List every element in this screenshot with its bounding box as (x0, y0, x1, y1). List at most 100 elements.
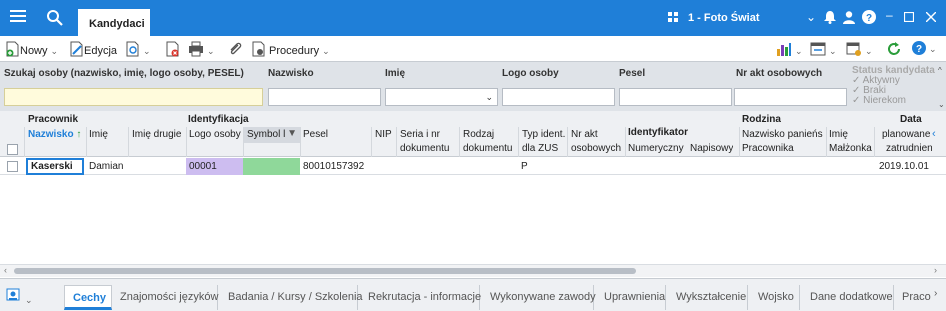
svg-text:?: ? (916, 44, 922, 55)
column-seria[interactable]: Seria i nr (400, 129, 440, 140)
procedures-icon (252, 41, 265, 57)
column-nr-akt[interactable]: Nr akt (571, 129, 598, 140)
nazwisko-filter-input[interactable] (268, 88, 381, 106)
imie-filter-select[interactable]: ⌄ (385, 88, 498, 106)
tab-kandydaci[interactable]: Kandydaci (78, 9, 150, 36)
column-napisowy[interactable]: Napisowy (690, 143, 733, 154)
tab-wykonywane-zawody[interactable]: Wykonywane zawody (480, 285, 596, 310)
scroll-left-icon[interactable]: ‹ (932, 128, 936, 140)
search-icon[interactable] (46, 9, 64, 27)
company-selector[interactable]: 1 - Foto Świat (668, 12, 760, 24)
procedures-button[interactable]: Procedury ⌄ (252, 41, 330, 57)
chevron-down-icon[interactable]: ⌄ (938, 100, 945, 109)
tab-badania[interactable]: Badania / Kursy / Szkolenia (218, 285, 363, 310)
filter-bar: Szukaj osoby (nazwisko, imię, logo osoby… (0, 61, 946, 111)
chart-button[interactable]: ⌄ (776, 41, 803, 57)
column-imie[interactable]: Imię (89, 129, 108, 140)
cell-nazwisko[interactable]: Kaserski (26, 158, 84, 175)
tab-znajomosci-jezykow[interactable]: Znajomości języków (112, 285, 218, 310)
settings-button[interactable]: ⌄ (846, 41, 873, 57)
delete-icon (166, 41, 179, 57)
delete-button[interactable] (166, 41, 180, 57)
tab-wyksztalcenie[interactable]: Wykształcenie (666, 285, 748, 310)
user-icon[interactable] (843, 11, 855, 24)
column-malzonka: Małżonka (829, 143, 872, 154)
minimize-icon[interactable]: – (886, 8, 893, 22)
tab-dane-dodatkowe[interactable]: Dane dodatkowe (800, 285, 894, 310)
column-nr-akt-line2: osobowych (571, 143, 622, 154)
edit-button-label: Edycja (84, 45, 118, 57)
grid-icon (668, 12, 678, 22)
new-button[interactable]: Nowy ⌄ (6, 41, 58, 57)
filter-icon[interactable]: ▼ (287, 128, 297, 139)
preview-button[interactable]: ⌄ (126, 41, 151, 57)
select-all-checkbox[interactable] (7, 144, 18, 155)
tab-cechy[interactable]: Cechy (64, 285, 112, 310)
row-checkbox[interactable] (7, 161, 18, 172)
column-nazwisko[interactable]: Nazwisko ↑ (28, 129, 86, 140)
cell-logo[interactable]: 00001 (186, 158, 243, 175)
attachment-button[interactable] (228, 41, 242, 57)
print-button[interactable]: ⌄ (188, 41, 215, 57)
cell-pesel[interactable]: 80010157392 (300, 158, 371, 175)
column-nazwisko-panienskie[interactable]: Nazwisko panieńs (742, 129, 826, 140)
chevron-down-icon[interactable]: ⌄ (795, 46, 803, 56)
help-icon[interactable]: ? (862, 10, 876, 24)
tab-uprawnienia[interactable]: Uprawnienia (594, 285, 666, 310)
column-seria-line2: dokumentu (400, 143, 450, 154)
tab-praco[interactable]: Praco (894, 285, 932, 310)
column-rodzaj[interactable]: Rodzaj (463, 129, 494, 140)
status-filter[interactable]: Status kandydata ✓ Aktywny ✓ Braki ✓ Nie… (850, 63, 935, 111)
pesel-filter-label: Pesel (619, 68, 646, 79)
help-button[interactable]: ? ⌄ (912, 41, 937, 57)
chevron-down-icon[interactable]: ⌄ (322, 46, 330, 56)
column-logo-osoby[interactable]: Logo osoby (189, 129, 241, 140)
column-pesel[interactable]: Pesel (303, 129, 328, 140)
cell-imie[interactable]: Damian (86, 158, 128, 175)
table-row[interactable]: Kaserski Damian 00001 80010157392 P 2019… (0, 158, 946, 175)
scrollbar-thumb[interactable] (14, 268, 636, 274)
status-option-nierekom[interactable]: ✓ Nierekom (850, 96, 935, 106)
chevron-down-icon[interactable]: ⌄ (51, 46, 59, 56)
column-symbol[interactable]: Symbol l ▼ (244, 127, 300, 143)
nr-akt-filter-input[interactable] (734, 88, 847, 106)
close-icon[interactable] (926, 12, 936, 22)
panel-toggle-button[interactable]: ⌄ (6, 287, 33, 306)
chevron-down-icon[interactable]: ⌄ (829, 46, 837, 56)
chevron-down-icon[interactable]: ⌄ (929, 44, 937, 54)
sort-asc-icon: ↑ (73, 129, 82, 140)
edit-button[interactable]: Edycja (70, 41, 117, 57)
chevron-down-icon[interactable]: ⌄ (207, 46, 215, 56)
chevron-down-icon[interactable]: ⌄ (865, 46, 873, 56)
cell-symbol[interactable] (243, 158, 300, 175)
horizontal-scrollbar[interactable]: ‹ › (0, 264, 946, 277)
paperclip-icon (230, 42, 242, 55)
pesel-filter-input[interactable] (619, 88, 732, 106)
scroll-left-icon[interactable]: ‹ (4, 265, 7, 275)
column-numeryczny[interactable]: Numeryczny (628, 143, 684, 154)
search-label: Szukaj osoby (nazwisko, imię, logo osoby… (4, 68, 244, 79)
logo-filter-input[interactable] (502, 88, 615, 106)
menu-icon[interactable] (10, 10, 26, 26)
chevron-up-icon[interactable]: ^ (938, 66, 942, 75)
maximize-icon[interactable] (904, 12, 914, 22)
chevron-down-icon[interactable]: ⌄ (143, 46, 151, 56)
cell-data[interactable]: 2019.10.01 (874, 158, 932, 175)
svg-text:?: ? (866, 13, 872, 24)
cell-typ[interactable]: P (518, 158, 567, 175)
column-data-planowane[interactable]: planowane (882, 129, 930, 140)
chevron-down-icon[interactable]: ⌄ (806, 10, 816, 24)
refresh-icon (888, 42, 900, 55)
column-imie-malzonka[interactable]: Imię (829, 129, 848, 140)
export-button[interactable]: ⌄ (810, 41, 837, 57)
tab-rekrutacja[interactable]: Rekrutacja - informacje (358, 285, 481, 310)
column-typ[interactable]: Typ ident. (522, 129, 565, 140)
tabs-scroll-right-icon[interactable]: › (934, 288, 937, 299)
search-input[interactable] (4, 88, 263, 106)
column-nip[interactable]: NIP (375, 129, 392, 140)
tab-wojsko[interactable]: Wojsko (748, 285, 800, 310)
column-imie-drugie[interactable]: Imię drugie (132, 129, 181, 140)
refresh-button[interactable] (886, 41, 902, 57)
bell-icon[interactable] (824, 11, 836, 24)
scroll-right-icon[interactable]: › (934, 265, 937, 275)
